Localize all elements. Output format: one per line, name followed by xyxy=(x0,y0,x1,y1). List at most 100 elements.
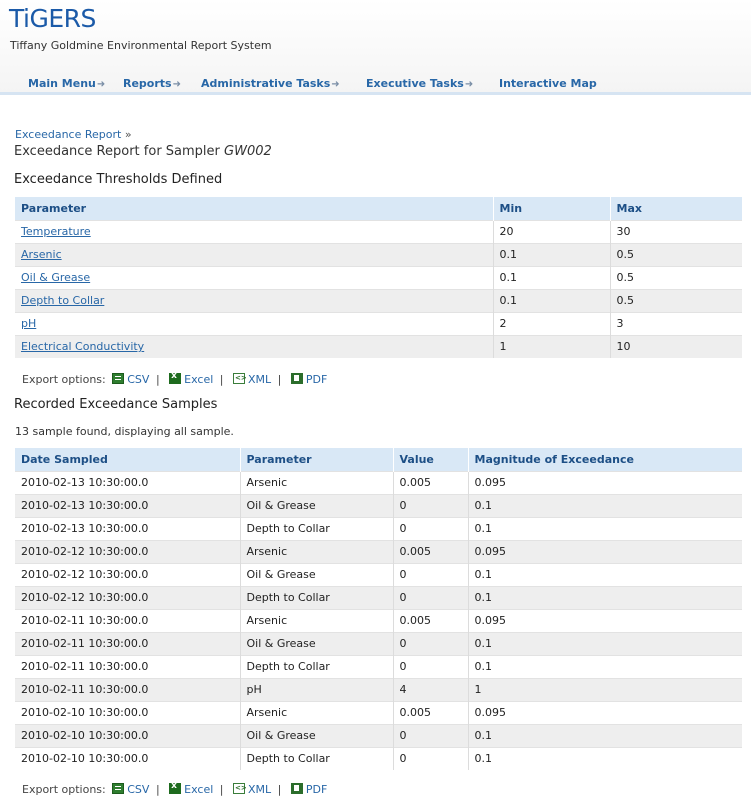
nav-interactive-map[interactable]: Interactive Map xyxy=(499,77,597,90)
table-row: Arsenic 0.1 0.5 xyxy=(15,242,742,266)
table-row: 2010-02-11 10:30:00.0 Depth to Collar 0 0.1 xyxy=(15,654,742,678)
column-header[interactable]: Magnitude of Exceedance xyxy=(468,448,742,471)
table-cell: Oil & Grease xyxy=(15,265,494,289)
table-cell: 2010-02-10 10:30:00.0 xyxy=(15,723,241,747)
export-pdf-link[interactable]: PDF xyxy=(288,373,327,386)
thresholds-table: Parameter Min Max Temperature 20 30 Arsenic… xyxy=(15,197,742,358)
parameter-link[interactable]: Oil & Grease xyxy=(21,271,90,284)
table-row: 2010-02-12 10:30:00.0 Arsenic 0.005 0.095 xyxy=(15,539,742,563)
nav-executive-tasks[interactable]: Executive Tasks➜ xyxy=(366,77,473,90)
table-cell: 0.5 xyxy=(610,242,742,266)
column-header[interactable]: Parameter xyxy=(15,197,494,220)
nav-main-menu[interactable]: Main Menu➜ xyxy=(28,77,105,90)
nav-label: Executive Tasks xyxy=(366,77,464,90)
table-cell: 2010-02-11 10:30:00.0 xyxy=(15,677,241,701)
table-cell: 0.005 xyxy=(393,608,469,632)
export-label: Export options: xyxy=(22,373,106,386)
column-header[interactable]: Parameter xyxy=(240,448,394,471)
table-row: 2010-02-11 10:30:00.0 Oil & Grease 0 0.1 xyxy=(15,631,742,655)
breadcrumb: Exceedance Report » xyxy=(15,128,132,141)
pdf-icon xyxy=(290,373,303,384)
table-cell: 2010-02-12 10:30:00.0 xyxy=(15,562,241,586)
table-cell: 0 xyxy=(393,746,469,770)
table-row: 2010-02-12 10:30:00.0 Oil & Grease 0 0.1 xyxy=(15,562,742,586)
column-header[interactable]: Max xyxy=(610,197,742,220)
table-header-row: Parameter Min Max xyxy=(15,197,742,220)
table-cell: 0.005 xyxy=(393,700,469,724)
table-row: 2010-02-10 10:30:00.0 Arsenic 0.005 0.095 xyxy=(15,700,742,724)
table-cell: 0.1 xyxy=(468,585,742,609)
table-cell: 0.095 xyxy=(468,608,742,632)
app-header: TiGERS Tiffany Goldmine Environmental Re… xyxy=(0,0,751,95)
column-header[interactable]: Date Sampled xyxy=(15,448,241,471)
app-logo: TiGERS xyxy=(9,4,96,33)
separator: | xyxy=(219,373,224,386)
separator: | xyxy=(155,373,160,386)
table-cell: 2010-02-10 10:30:00.0 xyxy=(15,700,241,724)
parameter-link[interactable]: Depth to Collar xyxy=(21,294,104,307)
export-excel-link[interactable]: Excel xyxy=(166,781,214,796)
export-xml-link[interactable]: XML xyxy=(230,783,271,796)
arrow-right-icon: ➜ xyxy=(331,79,340,90)
parameter-link[interactable]: pH xyxy=(21,317,36,330)
column-header[interactable]: Value xyxy=(393,448,469,471)
table-cell: Depth to Collar xyxy=(240,654,394,678)
csv-icon xyxy=(112,783,125,794)
table-cell: 1 xyxy=(468,677,742,701)
sampler-id: GW002 xyxy=(224,144,272,159)
export-pdf-link[interactable]: PDF xyxy=(288,783,327,796)
column-header[interactable]: Min xyxy=(493,197,611,220)
export-xml-label: XML xyxy=(248,373,272,386)
table-cell: 2010-02-11 10:30:00.0 xyxy=(15,608,241,632)
table-cell: 0 xyxy=(393,585,469,609)
table-cell: Electrical Conductivity xyxy=(15,334,494,358)
export-excel-label: Excel xyxy=(184,373,214,386)
table-header-row: Date Sampled Parameter Value Magnitude o… xyxy=(15,448,742,471)
table-cell: Depth to Collar xyxy=(240,516,394,540)
nav-reports[interactable]: Reports➜ xyxy=(123,77,181,90)
parameter-link[interactable]: Arsenic xyxy=(21,248,62,261)
table-cell: Oil & Grease xyxy=(240,631,394,655)
table-cell: 2010-02-11 10:30:00.0 xyxy=(15,631,241,655)
table-row: 2010-02-10 10:30:00.0 Depth to Collar 0 0.1 xyxy=(15,746,742,770)
separator: | xyxy=(219,783,224,796)
table-cell: 2010-02-12 10:30:00.0 xyxy=(15,585,241,609)
export-xml-link[interactable]: XML xyxy=(230,373,271,386)
table-cell: 30 xyxy=(610,219,742,243)
table-cell: pH xyxy=(240,677,394,701)
table-cell: 0.1 xyxy=(493,242,611,266)
table-row: Electrical Conductivity 1 10 xyxy=(15,334,742,358)
export-pdf-label: PDF xyxy=(305,373,328,386)
table-row: Depth to Collar 0.1 0.5 xyxy=(15,288,742,312)
table-cell: Arsenic xyxy=(15,242,494,266)
separator: | xyxy=(155,783,160,796)
nav-administrative-tasks[interactable]: Administrative Tasks➜ xyxy=(201,77,340,90)
nav-label: Interactive Map xyxy=(499,77,597,90)
export-csv-link[interactable]: CSV xyxy=(109,373,149,386)
page-title-text: Exceedance Report for Sampler xyxy=(14,144,220,159)
table-cell: Oil & Grease xyxy=(240,562,394,586)
breadcrumb-link[interactable]: Exceedance Report xyxy=(15,128,121,141)
table-cell: 0.095 xyxy=(468,470,742,494)
export-excel-label: Excel xyxy=(184,783,214,796)
export-options: Export options: CSV | Excel | XML | PDF xyxy=(22,371,327,386)
table-cell: 0.1 xyxy=(468,516,742,540)
table-cell: 2010-02-13 10:30:00.0 xyxy=(15,470,241,494)
table-cell: 0.1 xyxy=(468,723,742,747)
table-cell: 2 xyxy=(493,311,611,335)
table-cell: 0.5 xyxy=(610,265,742,289)
export-excel-link[interactable]: Excel xyxy=(166,371,214,386)
excel-icon xyxy=(169,371,182,384)
export-csv-link[interactable]: CSV xyxy=(109,783,149,796)
parameter-link[interactable]: Electrical Conductivity xyxy=(21,340,144,353)
export-xml-label: XML xyxy=(248,783,272,796)
excel-icon xyxy=(169,781,182,794)
table-cell: 0.1 xyxy=(468,654,742,678)
table-cell: 1 xyxy=(493,334,611,358)
table-cell: 0 xyxy=(393,723,469,747)
table-cell: 0.1 xyxy=(468,493,742,517)
table-cell: Depth to Collar xyxy=(15,288,494,312)
nav-label: Reports xyxy=(123,77,172,90)
parameter-link[interactable]: Temperature xyxy=(21,225,91,238)
table-cell: 2010-02-12 10:30:00.0 xyxy=(15,539,241,563)
